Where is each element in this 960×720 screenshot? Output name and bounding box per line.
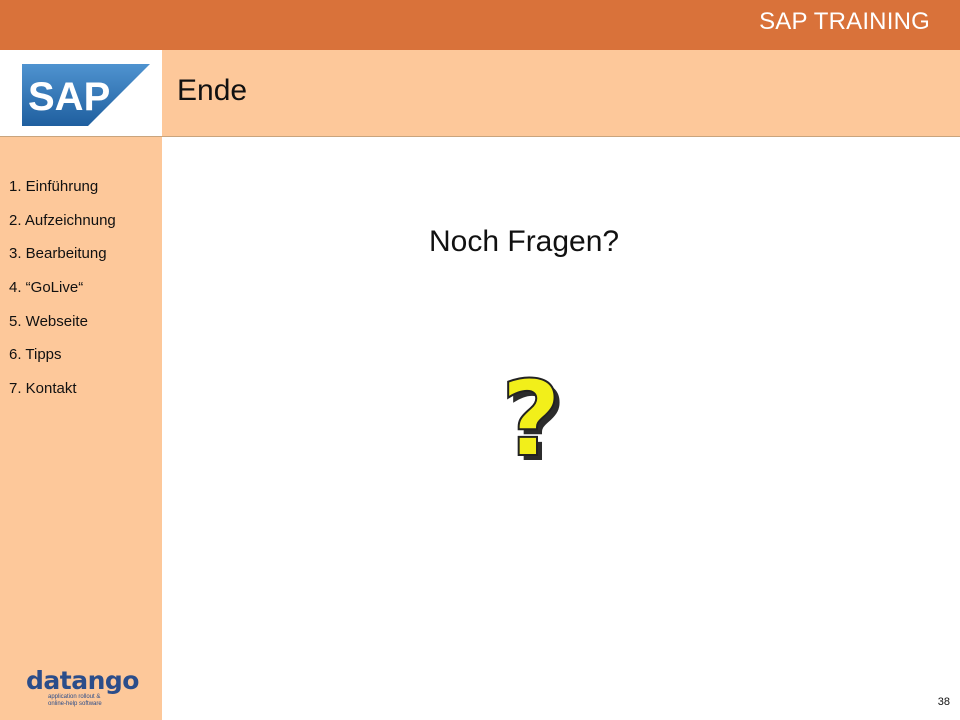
svg-text:?: ? — [501, 362, 561, 472]
sidebar-item-kontakt[interactable]: 7. Kontakt — [9, 379, 116, 413]
sidebar: 1. Einführung 2. Aufzeichnung 3. Bearbei… — [0, 137, 162, 720]
top-banner: SAP TRAINING — [0, 0, 960, 50]
datango-tagline-line2: online-help software — [48, 701, 102, 707]
sap-logo-icon: SAP — [22, 64, 150, 126]
sidebar-item-webseite[interactable]: 5. Webseite — [9, 312, 116, 346]
sidebar-item-bearbeitung[interactable]: 3. Bearbeitung — [9, 244, 116, 278]
sap-logo-text: SAP — [28, 75, 110, 119]
datango-tagline-line1: application rollout & — [48, 694, 101, 700]
sidebar-item-tipps[interactable]: 6. Tipps — [9, 345, 116, 379]
page-title: Ende — [177, 74, 248, 107]
question-text: Noch Fragen? — [429, 225, 620, 258]
datango-logo-word: datango — [26, 666, 139, 695]
sidebar-item-einfuehrung[interactable]: 1. Einführung — [9, 177, 116, 211]
sap-training-label: SAP TRAINING — [759, 8, 930, 35]
page-number: 38 — [937, 696, 950, 708]
sidebar-item-golive[interactable]: 4. “GoLive“ — [9, 278, 116, 312]
sidebar-nav: 1. Einführung 2. Aufzeichnung 3. Bearbei… — [9, 177, 116, 413]
sap-logo: SAP — [0, 50, 162, 136]
sidebar-item-aufzeichnung[interactable]: 2. Aufzeichnung — [9, 211, 116, 245]
datango-logo: datango application rollout & online-hel… — [26, 666, 139, 708]
question-mark-icon: ? ? — [500, 362, 566, 472]
